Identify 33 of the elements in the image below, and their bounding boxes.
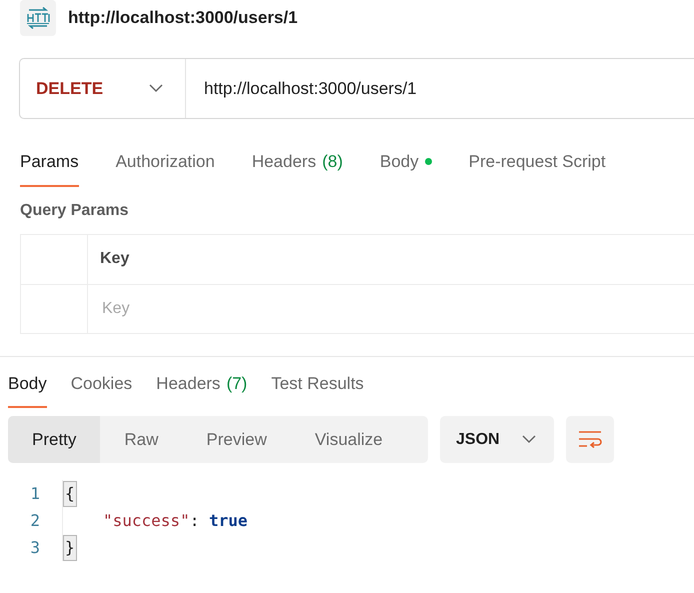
line-number: 2 [29,510,41,532]
url-bar: DELETE http://localhost:3000/users/1 [19,58,694,119]
view-mode-tab[interactable]: Visualize [290,416,407,463]
response-tab[interactable]: Headers (7) [156,362,248,408]
format-dropdown[interactable]: JSON [440,416,554,463]
request-tab[interactable]: Body [380,141,432,186]
line-number: 3 [29,536,41,558]
http-icon [20,0,56,36]
code-token: : [190,510,200,532]
view-mode-tab[interactable]: Preview [182,416,291,463]
line-number: 1 [29,482,41,504]
view-mode-tab[interactable]: Pretty [8,416,100,463]
wrap-lines-button[interactable] [566,416,614,463]
code-token: { [63,480,77,506]
response-tab[interactable]: Cookies [70,362,132,408]
request-tab[interactable]: Authorization [116,141,215,186]
code-token: true [208,510,248,532]
wrap-icon [578,430,602,450]
response-tab[interactable]: Body [8,362,47,408]
params-table[interactable]: Key Key [20,234,694,334]
request-title: http://localhost:3000/users/1 [68,7,298,30]
view-mode-tab[interactable]: Raw [100,416,182,463]
code-token: } [63,534,77,560]
method-dropdown[interactable]: DELETE [20,59,186,118]
chevron-down-icon [522,435,536,444]
request-tab[interactable]: Pre-request Script [468,141,606,186]
column-header: Key [99,249,130,269]
chevron-down-icon [149,84,163,93]
request-tab[interactable]: Headers (8) [252,141,343,186]
response-tab[interactable]: Test Results [271,362,364,408]
section-heading: Query Params [20,200,130,220]
code-token: "success" [103,510,190,532]
request-tab[interactable]: Params [20,141,79,186]
